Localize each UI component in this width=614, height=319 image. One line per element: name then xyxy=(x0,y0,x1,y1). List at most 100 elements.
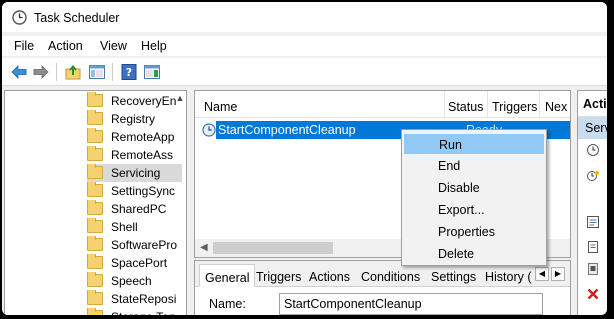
show-hide-action-pane-icon[interactable] xyxy=(143,63,161,81)
run-task-icon[interactable] xyxy=(586,143,600,157)
help-icon[interactable]: ? xyxy=(120,63,138,81)
tree-item-label: Shell xyxy=(111,220,138,234)
folder-icon xyxy=(87,92,103,107)
scroll-left-arrow[interactable]: ◀ xyxy=(200,242,208,253)
tree-item-label: SettingSync xyxy=(111,184,176,198)
end-task-icon[interactable] xyxy=(586,262,600,276)
menu-item-delete[interactable]: Delete xyxy=(404,244,544,264)
delete-icon[interactable] xyxy=(586,287,600,301)
actions-pane-header: Acti xyxy=(578,91,607,117)
tree-item[interactable]: StateReposi xyxy=(87,290,182,308)
tree-item[interactable]: Servicing xyxy=(87,164,182,182)
column-header-next-run[interactable]: Nex xyxy=(545,100,567,114)
back-arrow-icon[interactable] xyxy=(10,63,28,81)
column-divider[interactable] xyxy=(487,91,488,118)
task-details-panel: General Triggers Actions Conditions Sett… xyxy=(194,260,571,315)
menu-item-run[interactable]: Run xyxy=(404,134,544,154)
tab-settings[interactable]: Settings xyxy=(426,264,481,287)
tree-item[interactable]: SoftwarePro xyxy=(87,236,182,254)
tree-item-label: RemoteApp xyxy=(111,130,175,144)
task-list-header: Name Status Triggers Nex xyxy=(195,91,570,118)
name-field[interactable]: StartComponentCleanup xyxy=(279,293,543,315)
folder-icon xyxy=(87,308,103,315)
folder-icon xyxy=(87,254,103,269)
tab-conditions[interactable]: Conditions xyxy=(356,264,425,287)
menu-item-properties-label: Properties xyxy=(438,225,495,239)
column-divider[interactable] xyxy=(539,91,540,118)
export-icon[interactable] xyxy=(586,240,600,254)
tree-item[interactable]: RecoveryEn xyxy=(87,92,182,110)
tree-item[interactable]: SpacePort xyxy=(87,254,182,272)
folder-icon xyxy=(87,200,103,215)
name-label: Name: xyxy=(209,297,246,311)
task-scheduler-window: Task Scheduler File Action View Help ? ▲… xyxy=(2,2,607,315)
tree-item-label: Servicing xyxy=(111,166,161,180)
toolbar-separator xyxy=(112,63,113,81)
menu-item-disable-label: Disable xyxy=(438,181,480,195)
tree-item[interactable]: SharedPC xyxy=(87,200,182,218)
menu-item-end-label: End xyxy=(438,159,461,173)
menu-file[interactable]: File xyxy=(14,39,34,53)
folder-icon xyxy=(87,236,103,251)
tree-item[interactable]: RemoteAss xyxy=(87,146,182,164)
menu-help[interactable]: Help xyxy=(141,39,167,53)
folder-icon xyxy=(87,128,103,143)
tab-scroll-left-icon[interactable]: ◀ xyxy=(535,267,549,281)
tree-item-label: RemoteAss xyxy=(111,148,174,162)
scrollbar-thumb[interactable] xyxy=(213,242,333,254)
context-menu: Run End Disable Export... Properties Del… xyxy=(401,129,547,266)
up-folder-icon[interactable] xyxy=(64,63,82,81)
column-divider[interactable] xyxy=(444,91,445,118)
menu-item-export-label: Export... xyxy=(438,203,485,217)
toolbar: ? xyxy=(2,58,607,86)
tree-item-label: StateReposi xyxy=(111,292,177,306)
folder-icon xyxy=(87,272,103,287)
menu-item-delete-label: Delete xyxy=(438,247,475,261)
create-task-icon[interactable] xyxy=(586,169,600,183)
tab-history[interactable]: History ( xyxy=(480,264,537,287)
actions-subheader-servicing[interactable]: Servi xyxy=(578,117,607,139)
menu-bar: File Action View Help xyxy=(2,36,607,56)
tab-scroll-right-icon[interactable]: ▶ xyxy=(551,267,565,281)
column-header-name[interactable]: Name xyxy=(204,100,237,114)
tree-item-label: SpacePort xyxy=(111,256,168,270)
menu-item-properties[interactable]: Properties xyxy=(404,222,544,242)
task-clock-icon xyxy=(202,123,216,137)
tree-item[interactable]: SettingSync xyxy=(87,182,182,200)
menu-item-run-label: Run xyxy=(439,138,462,152)
column-header-status[interactable]: Status xyxy=(448,100,483,114)
menu-item-end[interactable]: End xyxy=(404,156,544,176)
toolbar-separator xyxy=(56,63,57,81)
clock-app-icon xyxy=(12,10,27,25)
task-row-name: StartComponentCleanup xyxy=(218,123,356,137)
tree-item[interactable]: Registry xyxy=(87,110,182,128)
actions-pane-title: Acti xyxy=(583,97,607,111)
tree-item-label: Speech xyxy=(111,274,152,288)
svg-text:?: ? xyxy=(126,66,132,79)
tab-actions[interactable]: Actions xyxy=(304,264,355,287)
folder-icon xyxy=(87,182,103,197)
tree-item-label: SoftwarePro xyxy=(111,238,178,252)
menu-view[interactable]: View xyxy=(100,39,127,53)
folder-icon xyxy=(87,290,103,305)
tab-triggers[interactable]: Triggers xyxy=(251,264,306,287)
forward-arrow-icon[interactable] xyxy=(32,63,50,81)
properties-icon[interactable] xyxy=(586,215,600,229)
tree-item[interactable]: Shell xyxy=(87,218,182,236)
folder-icon xyxy=(87,218,103,233)
folder-tree[interactable]: ▲ RecoveryEn Registry RemoteApp RemoteAss Se… xyxy=(4,90,187,315)
menu-item-disable[interactable]: Disable xyxy=(404,178,544,198)
tab-general[interactable]: General xyxy=(199,264,256,287)
folder-icon xyxy=(87,164,103,179)
tree-item[interactable]: RemoteApp xyxy=(87,128,182,146)
tree-item[interactable]: Storage Ten xyxy=(87,308,182,315)
tree-item[interactable]: Speech xyxy=(87,272,182,290)
window-title: Task Scheduler xyxy=(34,11,120,25)
tree-item-label: Storage Ten xyxy=(111,310,176,315)
actions-pane: Acti Servi xyxy=(577,90,607,315)
tree-item-label: SharedPC xyxy=(111,202,167,216)
show-hide-tree-icon[interactable] xyxy=(88,63,106,81)
menu-item-export[interactable]: Export... xyxy=(404,200,544,220)
menu-action[interactable]: Action xyxy=(48,39,83,53)
column-header-triggers[interactable]: Triggers xyxy=(492,100,537,114)
